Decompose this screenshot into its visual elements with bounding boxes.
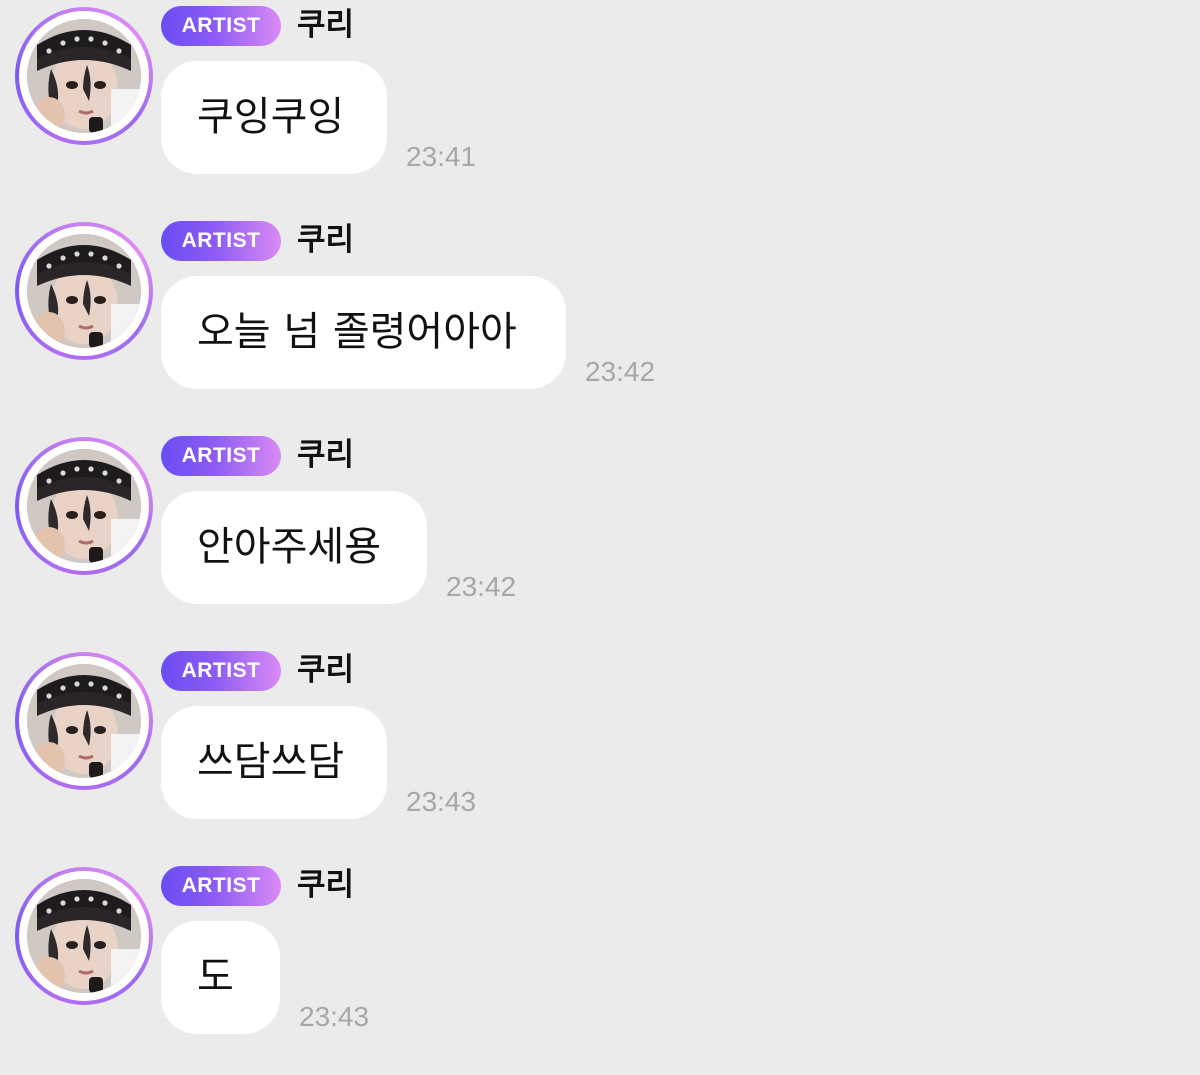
avatar-ring-gap (19, 441, 149, 571)
avatar-photo (27, 234, 141, 348)
chat-message-list[interactable]: ARTIST 쿠리 쿠잉쿠잉 23:41 ARTIST 쿠리 오늘 넘 졸령어아… (0, 0, 1200, 1056)
artist-badge: ARTIST (161, 6, 281, 46)
avatar-ring-gap (19, 11, 149, 141)
message-timestamp: 23:42 (585, 356, 656, 387)
message-bubble[interactable]: 쓰담쓰담 (161, 706, 387, 819)
avatar-ring-gap (19, 656, 149, 786)
avatar-ring-gap (19, 871, 149, 1001)
avatar[interactable] (15, 652, 153, 790)
chat-message: ARTIST 쿠리 쿠잉쿠잉 23:41 (0, 0, 1200, 215)
sender-name[interactable]: 쿠리 (297, 217, 354, 263)
artist-badge: ARTIST (161, 221, 281, 261)
avatar-photo (27, 19, 141, 133)
avatar-image (27, 664, 141, 778)
avatar-image (27, 19, 141, 133)
avatar[interactable] (15, 867, 153, 1005)
message-timestamp: 23:43 (299, 1001, 370, 1032)
message-bubble[interactable]: 오늘 넘 졸령어아아 (161, 276, 566, 389)
message-bubble[interactable]: 쿠잉쿠잉 (161, 61, 387, 174)
artist-badge: ARTIST (161, 651, 281, 691)
avatar-ring-gap (19, 226, 149, 356)
avatar-image (27, 449, 141, 563)
sender-name[interactable]: 쿠리 (297, 862, 354, 908)
avatar-photo (27, 449, 141, 563)
artist-badge: ARTIST (161, 436, 281, 476)
artist-badge: ARTIST (161, 866, 281, 906)
chat-message: ARTIST 쿠리 오늘 넘 졸령어아아 23:42 (0, 215, 1200, 430)
avatar[interactable] (15, 222, 153, 360)
message-timestamp: 23:43 (406, 786, 477, 817)
avatar[interactable] (15, 437, 153, 575)
chat-message: ARTIST 쿠리 안아주세용 23:42 (0, 430, 1200, 645)
message-bubble[interactable]: 안아주세용 (161, 491, 427, 604)
avatar-photo (27, 879, 141, 993)
avatar-photo (27, 664, 141, 778)
chat-message: ARTIST 쿠리 쓰담쓰담 23:43 (0, 645, 1200, 860)
avatar-image (27, 234, 141, 348)
sender-name[interactable]: 쿠리 (297, 432, 354, 478)
avatar-image (27, 879, 141, 993)
chat-message: ARTIST 쿠리 도 23:43 (0, 860, 1200, 1075)
sender-name[interactable]: 쿠리 (297, 647, 354, 693)
message-timestamp: 23:41 (406, 141, 477, 172)
message-bubble[interactable]: 도 (161, 921, 280, 1034)
avatar[interactable] (15, 7, 153, 145)
sender-name[interactable]: 쿠리 (297, 2, 354, 48)
message-timestamp: 23:42 (446, 571, 517, 602)
